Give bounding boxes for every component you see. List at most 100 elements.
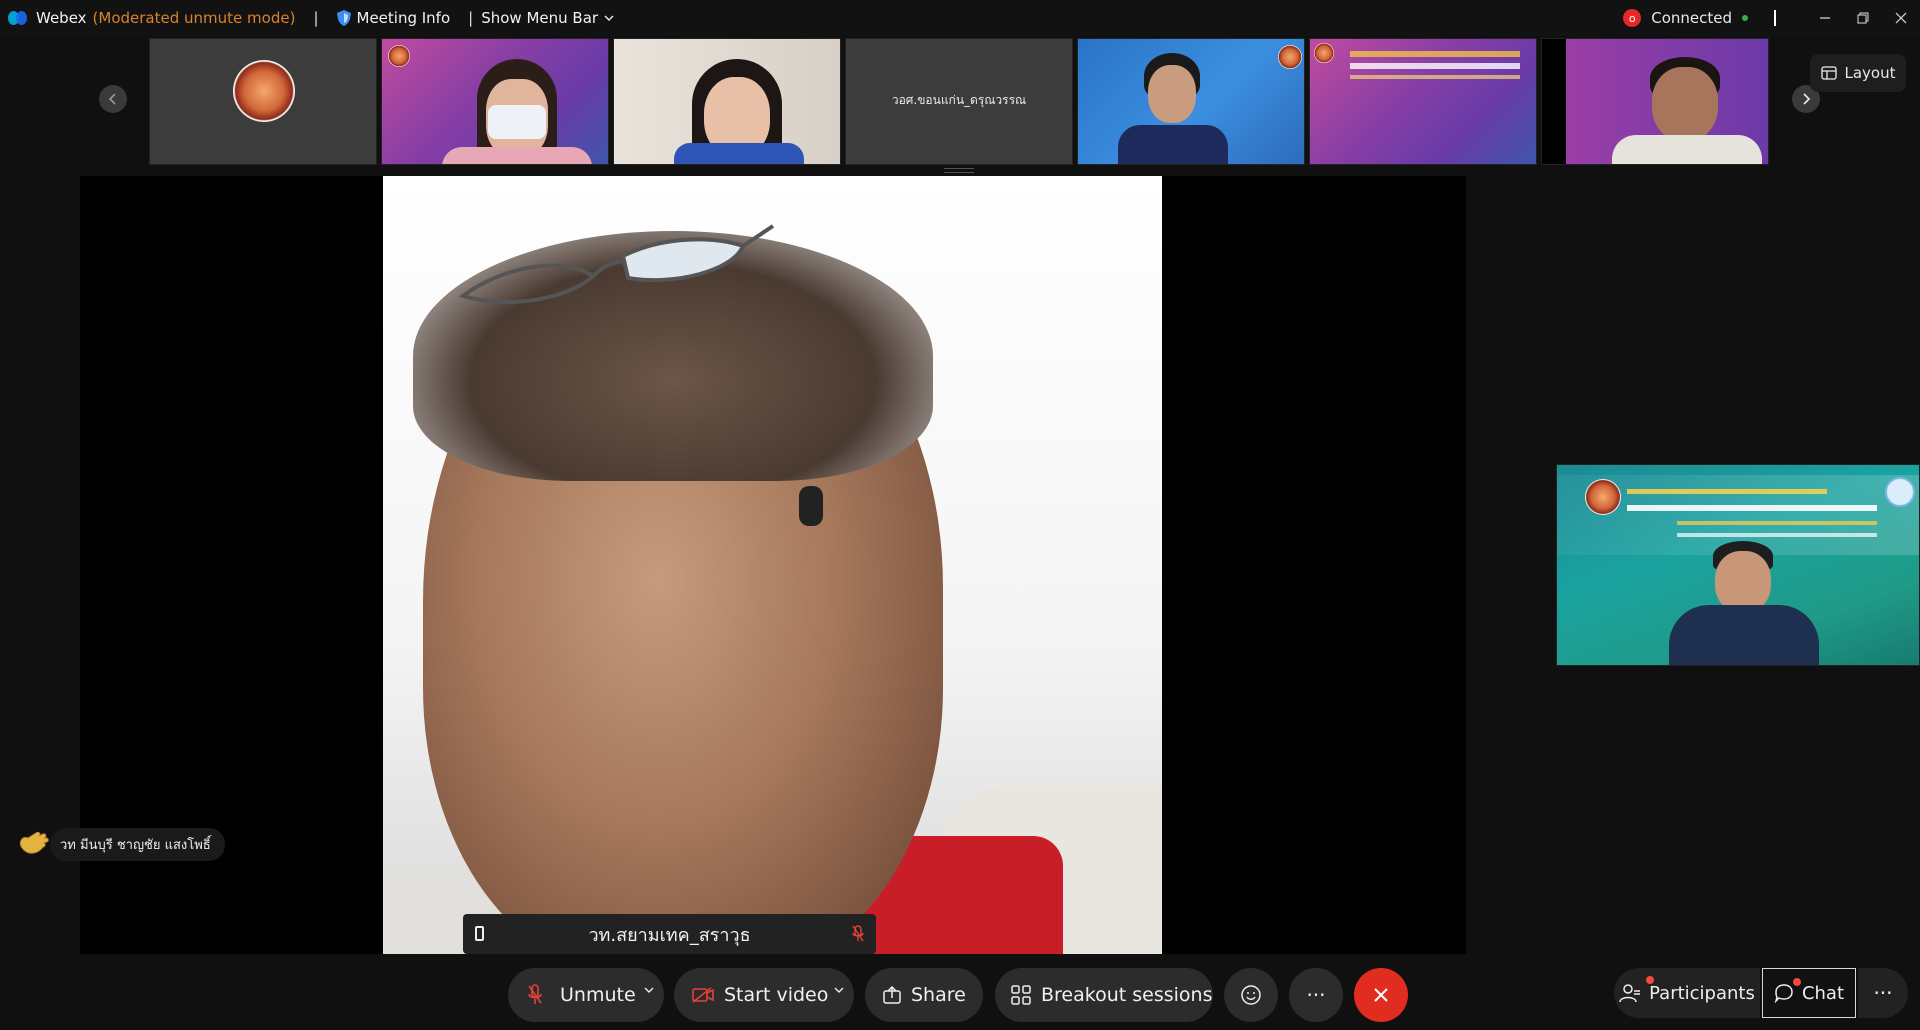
chevron-down-icon [644, 987, 654, 993]
participant-tile-2[interactable] [381, 38, 609, 165]
breakout-icon [1011, 985, 1031, 1005]
participant-tile-3[interactable] [613, 38, 841, 165]
self-view-video[interactable] [1556, 464, 1920, 666]
layout-button[interactable]: Layout [1810, 54, 1906, 92]
face-mask [488, 105, 546, 139]
more-panels-button[interactable]: ··· [1858, 968, 1908, 1018]
shield-icon [336, 10, 351, 26]
chevron-right-icon [1803, 93, 1811, 105]
banner-line [1627, 505, 1877, 511]
college-seal-icon [1585, 479, 1621, 515]
participants-icon [1619, 984, 1641, 1003]
close-icon [1374, 988, 1388, 1002]
meeting-controls: Unmute Start video Share Breakout sessio… [0, 962, 1920, 1030]
video-off-icon [692, 987, 714, 1003]
active-speaker-name: วท.สยามเทค_สราวุธ [588, 924, 751, 946]
college-seal-icon [388, 45, 410, 67]
muted-mic-icon [852, 925, 864, 942]
chat-bubble-icon [1774, 984, 1793, 1003]
unmute-button[interactable]: Unmute [508, 968, 664, 1022]
layout-label: Layout [1844, 64, 1896, 82]
banner-line [1350, 51, 1520, 57]
chevron-left-icon [108, 93, 116, 105]
chevron-down-icon [604, 15, 614, 21]
glasses-icon [458, 224, 775, 305]
participant-shirt [1118, 125, 1228, 164]
college-seal-icon [1314, 43, 1334, 63]
muted-mic-icon [528, 984, 542, 1004]
raised-hand-name: วท มีนบุรี ชาญชัย แสงโพธิ์ [50, 827, 225, 861]
active-speaker-video [383, 176, 1162, 954]
participant-shirt [1612, 135, 1762, 164]
participant-tile-label: วอศ.ขอนแก่น_ดรุณวรรณ [891, 93, 1027, 107]
title-bar: Webex (Moderated unmute mode) | Meeting … [0, 0, 1920, 36]
connection-badge: o [1623, 9, 1642, 27]
chat-label: Chat [1801, 982, 1845, 1004]
strip-resize-handle[interactable] [944, 168, 974, 173]
close-window-button[interactable] [1882, 0, 1920, 36]
restore-button[interactable] [1844, 0, 1882, 36]
participant-tile-5[interactable] [1077, 38, 1305, 165]
participant-tile-7[interactable] [1541, 38, 1769, 165]
banner-line [1350, 75, 1520, 79]
title-separator: | [313, 9, 319, 27]
connection-indicator-icon [1742, 15, 1748, 21]
participant-shirt [442, 147, 592, 164]
college-seal-icon [1278, 45, 1302, 69]
chevron-down-icon [834, 987, 844, 993]
title-divider [1774, 10, 1776, 26]
participant-face [1148, 65, 1196, 123]
banner-line [1627, 489, 1827, 494]
more-panels-icon: ··· [1873, 981, 1893, 1005]
layout-icon [1820, 66, 1837, 80]
connection-status: Connected [1651, 9, 1732, 27]
banner-line [1677, 533, 1877, 537]
participants-button[interactable]: Participants [1614, 968, 1760, 1018]
breakout-label: Breakout sessions [1041, 984, 1213, 1006]
more-options-button[interactable]: ··· [1289, 968, 1343, 1022]
banner-line [1350, 63, 1520, 69]
webex-logo-icon [8, 10, 30, 26]
participants-label: Participants [1649, 982, 1755, 1004]
smiley-icon [1241, 985, 1261, 1005]
mobile-device-icon [475, 926, 484, 941]
chat-button[interactable]: Chat [1762, 968, 1856, 1018]
institute-logo-icon [1885, 477, 1915, 507]
banner-line [1677, 521, 1877, 525]
title-separator-2: | [468, 9, 474, 27]
chat-notification-icon [1793, 978, 1801, 986]
participant-tile-4[interactable]: วอศ.ขอนแก่น_ดรุณวรรณ [845, 38, 1073, 165]
start-video-label: Start video [724, 984, 829, 1006]
meeting-mode: (Moderated unmute mode) [92, 9, 296, 27]
share-icon [883, 986, 901, 1004]
participant-face [1652, 67, 1718, 141]
minimize-icon [1820, 17, 1830, 19]
show-menu-bar-button[interactable]: Show Menu Bar [481, 9, 614, 27]
host-face [1715, 551, 1771, 613]
raised-hand-icon [19, 831, 49, 854]
strip-prev-button[interactable] [99, 85, 127, 113]
meeting-info-button[interactable]: Meeting Info [336, 9, 451, 27]
share-label: Share [911, 984, 966, 1006]
reactions-button[interactable] [1224, 968, 1278, 1022]
more-options-icon: ··· [1306, 983, 1326, 1007]
active-speaker-name-tag: วท.สยามเทค_สราวุธ [463, 914, 876, 954]
minimize-button[interactable] [1806, 0, 1844, 36]
breakout-sessions-button[interactable]: Breakout sessions [995, 968, 1213, 1022]
share-button[interactable]: Share [865, 968, 983, 1022]
college-seal-icon [233, 60, 295, 122]
show-menu-bar-label: Show Menu Bar [481, 9, 599, 27]
participant-tile-1[interactable] [149, 38, 377, 165]
close-icon [1895, 12, 1907, 24]
app-name: Webex [36, 9, 87, 27]
raised-hand-notification: วท มีนบุรี ชาญชัย แสงโพธิ์ [16, 827, 225, 861]
restore-icon [1857, 12, 1869, 24]
meeting-info-label: Meeting Info [356, 9, 451, 27]
participant-strip: วอศ.ขอนแก่น_ดรุณวรรณ Layout [0, 36, 1920, 173]
leave-meeting-button[interactable] [1354, 968, 1408, 1022]
start-video-button[interactable]: Start video [674, 968, 854, 1022]
participant-shirt [674, 143, 804, 164]
host-suit [1669, 605, 1819, 665]
participants-notification-icon [1646, 976, 1654, 984]
participant-tile-6[interactable] [1309, 38, 1537, 165]
